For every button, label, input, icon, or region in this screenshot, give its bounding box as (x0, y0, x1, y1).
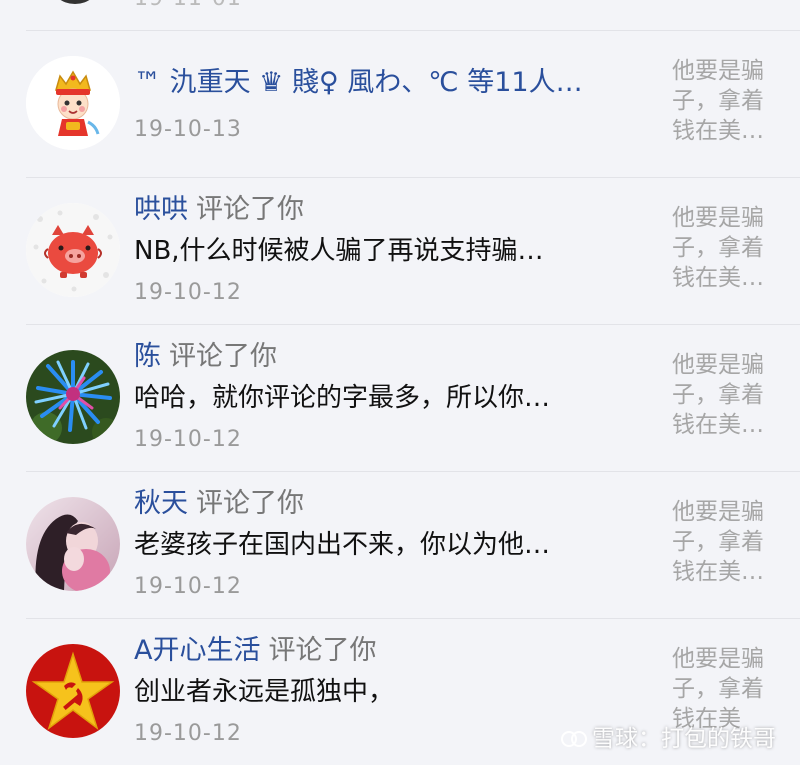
action-text: 评论了你 (169, 341, 277, 372)
timestamp: 19-10-13 (134, 117, 242, 142)
avatar[interactable] (50, 0, 100, 4)
comment-preview[interactable]: 老婆孩子在国内出不来，你以为他… (134, 528, 624, 562)
avatar[interactable] (26, 56, 120, 150)
comment-preview[interactable]: 哈哈，就你评论的字最多，所以你… (134, 381, 624, 415)
divider (26, 177, 800, 178)
avatar[interactable] (26, 350, 120, 444)
snowball-logo-icon (561, 731, 587, 747)
user-name[interactable]: 哄哄 (134, 194, 188, 225)
watermark: 雪球：打包的铁哥 (560, 719, 776, 753)
avatar[interactable] (26, 644, 120, 738)
watermark-text: 雪球：打包的铁哥 (592, 726, 776, 752)
blue-flower-avatar-icon (26, 350, 120, 444)
user-name[interactable]: 陈 (134, 341, 161, 372)
notification-title: 秋天 评论了你 (134, 487, 624, 521)
timestamp: 19-10-12 (134, 574, 242, 599)
red-star-avatar-icon (26, 644, 120, 738)
comment-preview[interactable]: 创业者永远是孤独中， (134, 675, 624, 709)
notification-title: 陈评论了你 (134, 340, 624, 374)
user-name[interactable]: A开心生活 (134, 635, 260, 666)
quoted-post-snippet[interactable]: 他要是骗子，拿着钱在美… (672, 497, 780, 587)
timestamp: 19-10-12 (134, 427, 242, 452)
comment-preview[interactable]: NB,什么时候被人骗了再说支持骗… (134, 234, 624, 268)
action-text: 评论了你 (268, 635, 377, 666)
avatar[interactable] (26, 497, 120, 591)
list-item[interactable]: 陈评论了你 哈哈，就你评论的字最多，所以你… 19-10-12 他要是骗子，拿着… (0, 324, 800, 471)
quoted-post-snippet[interactable]: 他要是骗子，拿着钱在美… (672, 350, 780, 440)
timestamp: 19-11-01 (134, 0, 242, 11)
list-item[interactable]: 哄哄 评论了你 NB,什么时候被人骗了再说支持骗… 19-10-12 他要是骗子，… (0, 177, 800, 324)
divider (26, 324, 800, 325)
list-item[interactable]: 秋天 评论了你 老婆孩子在国内出不来，你以为他… 19-10-12 他要是骗子，拿… (0, 471, 800, 618)
divider (26, 30, 800, 31)
timestamp: 19-10-12 (134, 280, 242, 305)
timestamp: 19-10-12 (134, 721, 242, 746)
quoted-post-snippet[interactable]: 他要是骗子，拿着钱在美… (672, 56, 780, 146)
notification-title: ™ 氿重天 ♛ 賤♀ 風わ、℃ 等11人… (134, 66, 624, 100)
divider (26, 471, 800, 472)
action-text: 评论了你 (196, 488, 304, 519)
user-name[interactable]: ™ 氿重天 ♛ 賤♀ 風わ、℃ 等11人… (134, 67, 583, 98)
notification-title: 哄哄 评论了你 (134, 193, 624, 227)
divider (26, 618, 800, 619)
mother-child-avatar-icon (26, 497, 120, 591)
cartoon-king-avatar-icon (26, 56, 120, 150)
user-name[interactable]: 秋天 (134, 488, 188, 519)
list-item[interactable]: ™ 氿重天 ♛ 賤♀ 風わ、℃ 等11人… 19-10-13 他要是骗子，拿着钱… (0, 30, 800, 177)
avatar[interactable] (26, 203, 120, 297)
action-text: 评论了你 (196, 194, 304, 225)
notification-list: 19-11-01 ™ 氿重天 ♛ 賤♀ 風わ、℃ 等11人… (0, 0, 800, 763)
pig-avatar-icon (26, 203, 120, 297)
quoted-post-snippet[interactable]: 他要是骗子，拿着钱在美… (672, 203, 780, 293)
notification-title: A开心生活 评论了你 (134, 634, 624, 668)
